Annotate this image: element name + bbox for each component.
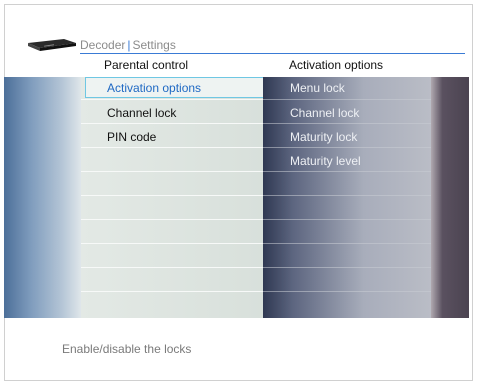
row-divider (263, 123, 431, 124)
row-divider (81, 219, 263, 220)
row-divider (81, 99, 263, 100)
menu-item-activation-options[interactable]: Activation options (107, 81, 201, 95)
menu-panel: Activation options Channel lock PIN code… (4, 77, 469, 318)
row-divider (263, 243, 431, 244)
activation-options-list: Menu lock Channel lock Maturity lock Mat… (263, 77, 431, 318)
row-divider (263, 147, 431, 148)
header-divider (80, 53, 465, 54)
row-divider (81, 123, 263, 124)
row-divider (263, 291, 431, 292)
left-gradient (4, 77, 81, 318)
option-maturity-level[interactable]: Maturity level (290, 154, 361, 168)
menu-item-pin-code[interactable]: PIN code (107, 130, 156, 144)
row-divider (81, 267, 263, 268)
breadcrumb-settings[interactable]: Settings (132, 38, 175, 52)
breadcrumb-decoder[interactable]: Decoder (80, 38, 125, 52)
parental-control-list: Activation options Channel lock PIN code (81, 77, 268, 318)
help-text: Enable/disable the locks (62, 342, 192, 356)
row-divider (263, 171, 431, 172)
row-divider (263, 219, 431, 220)
row-divider (81, 171, 263, 172)
option-channel-lock[interactable]: Channel lock (290, 106, 359, 120)
breadcrumb: Decoder | Settings (80, 38, 176, 52)
row-divider (263, 267, 431, 268)
right-column-header: Activation options (289, 58, 384, 72)
decoder-device-icon (28, 39, 76, 51)
row-divider (81, 147, 263, 148)
option-menu-lock[interactable]: Menu lock (290, 81, 345, 95)
menu-item-channel-lock[interactable]: Channel lock (107, 106, 176, 120)
option-maturity-lock[interactable]: Maturity lock (290, 130, 357, 144)
row-divider (81, 291, 263, 292)
row-divider (81, 195, 263, 196)
right-gradient (431, 77, 469, 318)
left-column-header: Parental control (104, 58, 189, 72)
row-divider (263, 99, 431, 100)
row-divider (81, 243, 263, 244)
row-divider (263, 195, 431, 196)
